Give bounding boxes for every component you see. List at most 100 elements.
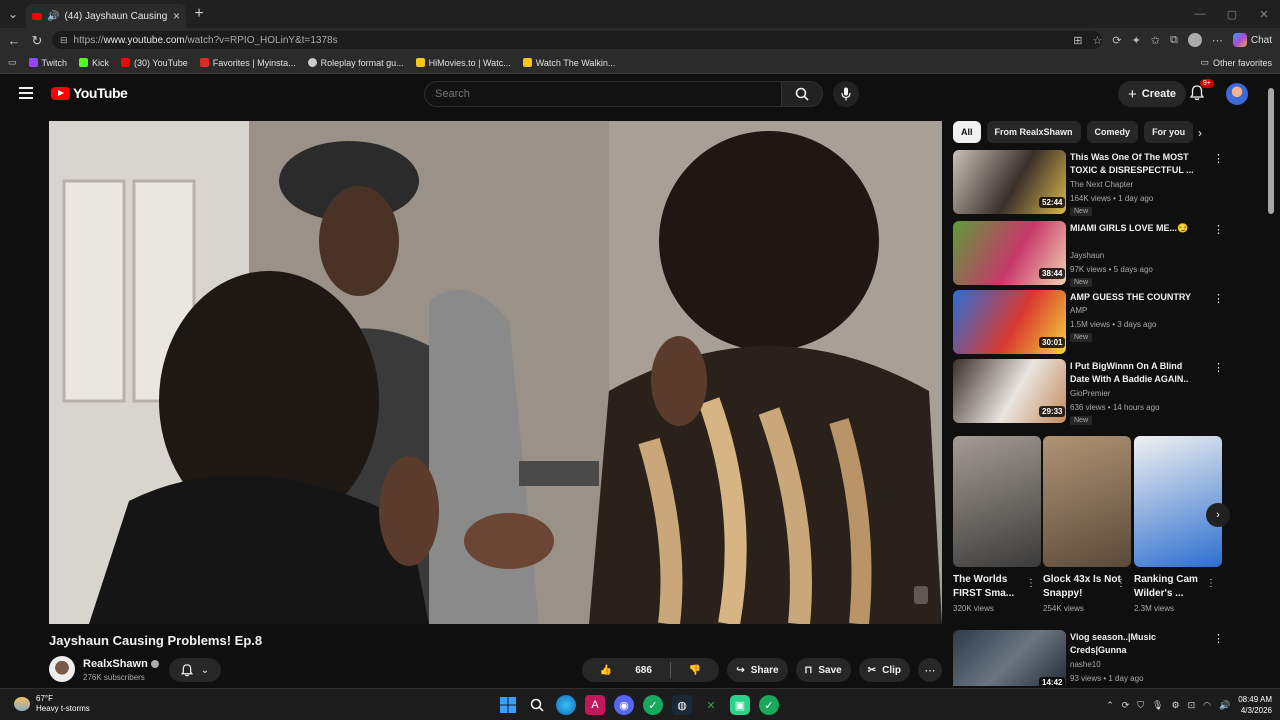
app-available-icon[interactable]: ⊞ — [1073, 34, 1082, 47]
clock[interactable]: 08:49 AM 4/3/2026 — [1238, 694, 1272, 716]
short-thumbnail[interactable] — [1134, 436, 1222, 567]
windows-start-icon[interactable] — [498, 695, 518, 715]
share-button[interactable]: ↪ Share — [727, 658, 788, 682]
more-actions-button[interactable]: ⋯ — [918, 658, 942, 682]
like-button[interactable]: 👍 686 — [582, 665, 670, 676]
copilot-chat-button[interactable]: Chat — [1232, 33, 1272, 47]
collections-icon[interactable]: ⧉ — [1170, 34, 1178, 47]
more-vertical-icon[interactable]: ⋮ — [1206, 578, 1216, 589]
short-title[interactable]: The Worlds FIRST Sma... — [953, 573, 1031, 601]
search-input[interactable] — [435, 88, 781, 100]
new-tab-button[interactable]: + — [186, 5, 212, 23]
bookmark-roleplay-format[interactable]: Roleplay format gu... — [307, 58, 404, 68]
favorite-star-icon[interactable]: ☆ — [1092, 34, 1102, 47]
maximize-button[interactable]: ▢ — [1216, 0, 1248, 28]
bookmark-twitch[interactable]: Twitch — [28, 58, 67, 68]
reading-view-icon[interactable]: ▭ — [8, 57, 17, 68]
more-vertical-icon[interactable]: ⋮ — [1213, 292, 1224, 305]
dislike-button[interactable]: 👎 — [671, 665, 719, 676]
notifications-button[interactable]: 9+ — [1189, 79, 1214, 106]
recommendation-channel[interactable]: The Next Chapter — [1070, 180, 1133, 189]
extensions-icon[interactable]: ✦ — [1132, 34, 1141, 47]
recommendation-item[interactable]: 52:44 This Was One Of The MOST TOXIC & D… — [953, 150, 1224, 216]
subscription-bell-button[interactable]: ⌄ — [169, 658, 221, 682]
weather-widget[interactable]: 67°F Heavy t-storms — [14, 694, 90, 714]
tab-actions-menu[interactable]: ⌄ — [0, 0, 26, 28]
channel-watermark[interactable] — [914, 586, 928, 604]
channel-name[interactable]: RealxShawn — [83, 658, 159, 670]
more-vertical-icon[interactable]: ⋮ — [1213, 223, 1224, 236]
sync-icon[interactable]: ⟳ — [1122, 700, 1130, 711]
channel-avatar[interactable] — [49, 656, 75, 682]
more-vertical-icon[interactable]: ⋮ — [1213, 152, 1224, 165]
chip-from-channel[interactable]: From RealxShawn — [986, 121, 1081, 143]
recommendation-item[interactable]: 30:01 AMP GUESS THE COUNTRY AMP 1.5M vie… — [953, 290, 1224, 354]
chevron-up-icon[interactable]: ⌃ — [1106, 700, 1114, 711]
recommendation-title[interactable]: Vlog season..|Music Creds|Gunna — [1070, 631, 1200, 657]
speaker-icon[interactable]: 🔊 — [47, 11, 59, 22]
close-window-button[interactable]: ✕ — [1248, 0, 1280, 28]
back-icon[interactable]: ← — [2, 33, 26, 48]
chips-next-icon[interactable]: › — [1198, 126, 1202, 140]
bookmark-youtube[interactable]: (30) YouTube — [121, 58, 188, 68]
bookmark-kick[interactable]: Kick — [79, 58, 109, 68]
recommendation-channel[interactable]: Jayshaun — [1070, 251, 1104, 260]
chip-comedy[interactable]: Comedy — [1086, 121, 1139, 143]
microphone-icon[interactable]: 🎙 — [1152, 700, 1163, 711]
settings-more-icon[interactable]: ⋯ — [1212, 34, 1223, 47]
more-vertical-icon[interactable]: ⋮ — [1213, 361, 1224, 374]
short-thumbnail[interactable] — [953, 436, 1041, 567]
bookmark-instagram-favorites[interactable]: Favorites | Myinsta... — [199, 58, 296, 68]
favorites-icon[interactable]: ✩ — [1151, 34, 1160, 47]
short-title[interactable]: Ranking Cam Wilder's ... — [1134, 573, 1212, 601]
page-scrollbar[interactable] — [1268, 88, 1274, 214]
steam-icon[interactable]: ◍ — [672, 695, 692, 715]
search-button[interactable] — [781, 81, 823, 107]
vpn-app-icon-2[interactable]: ✓ — [759, 695, 779, 715]
more-vertical-icon[interactable]: ⋮ — [1213, 632, 1223, 645]
settings-icon[interactable]: ⚙ — [1171, 700, 1179, 711]
refresh-extension-icon[interactable]: ⟳ — [1112, 34, 1121, 47]
recommendation-title[interactable]: I Put BigWinnn On A Blind Date With A Ba… — [1070, 360, 1200, 386]
reload-icon[interactable]: ↻ — [25, 33, 49, 49]
vpn-app-icon[interactable]: ✓ — [643, 695, 663, 715]
edge-browser-icon[interactable] — [556, 695, 576, 715]
recommendation-title[interactable]: MIAMI GIRLS LOVE ME...😏 — [1070, 222, 1200, 235]
wifi-icon[interactable]: ◠ — [1203, 700, 1211, 711]
chip-for-you[interactable]: For you — [1144, 121, 1194, 143]
browser-tab-active[interactable]: 🔊 (44) Jayshaun Causing Proble × — [26, 4, 186, 28]
terminal-app-icon[interactable]: ▣ — [730, 695, 750, 715]
recommendation-channel[interactable]: GioPremier — [1070, 389, 1110, 398]
recommendation-channel[interactable]: nashe10 — [1070, 660, 1101, 669]
profile-avatar[interactable] — [1187, 33, 1202, 47]
create-button[interactable]: + Create — [1118, 81, 1187, 107]
more-vertical-icon[interactable]: ⋮ — [1116, 578, 1126, 589]
voice-search-button[interactable] — [833, 81, 859, 107]
short-title[interactable]: Glock 43x Is Not Snappy! — [1043, 573, 1121, 601]
save-button[interactable]: ⊓ Save — [795, 658, 851, 682]
other-favorites[interactable]: ▭ Other favorites — [1200, 57, 1272, 68]
recommendation-item[interactable]: 14:42 Vlog season..|Music Creds|Gunna na… — [953, 630, 1223, 686]
excel-icon[interactable]: ✕ — [701, 695, 721, 715]
url-field[interactable]: ⊟ https://www.youtube.com/watch?v=RPIO_H… — [52, 31, 1102, 49]
shield-icon[interactable]: ⛉ — [1137, 700, 1144, 711]
search-icon[interactable] — [527, 695, 547, 715]
video-player[interactable] — [49, 121, 942, 624]
minimize-button[interactable]: — — [1184, 0, 1216, 28]
recommendation-title[interactable]: AMP GUESS THE COUNTRY — [1070, 291, 1200, 304]
affinity-app-icon[interactable]: A — [585, 695, 605, 715]
chip-all[interactable]: All — [953, 121, 981, 143]
recommendation-item[interactable]: 38:44 MIAMI GIRLS LOVE ME...😏 Jayshaun 9… — [953, 221, 1224, 287]
clip-button[interactable]: ✂ Clip — [858, 658, 910, 682]
recommendation-item[interactable]: 29:33 I Put BigWinnn On A Blind Date Wit… — [953, 359, 1224, 425]
menu-icon[interactable] — [19, 87, 33, 102]
shorts-next-button[interactable]: › — [1206, 503, 1230, 527]
volume-icon[interactable]: 🔊 — [1219, 700, 1230, 711]
account-avatar[interactable] — [1226, 83, 1248, 105]
youtube-logo[interactable]: YouTube — [51, 85, 128, 101]
recommendation-title[interactable]: This Was One Of The MOST TOXIC & DISRESP… — [1070, 151, 1200, 177]
recommendation-channel[interactable]: AMP — [1070, 306, 1087, 315]
bookmark-himovies[interactable]: HiMovies.to | Watc... — [415, 58, 511, 68]
site-info-icon[interactable]: ⊟ — [60, 35, 68, 46]
short-thumbnail[interactable] — [1043, 436, 1131, 567]
